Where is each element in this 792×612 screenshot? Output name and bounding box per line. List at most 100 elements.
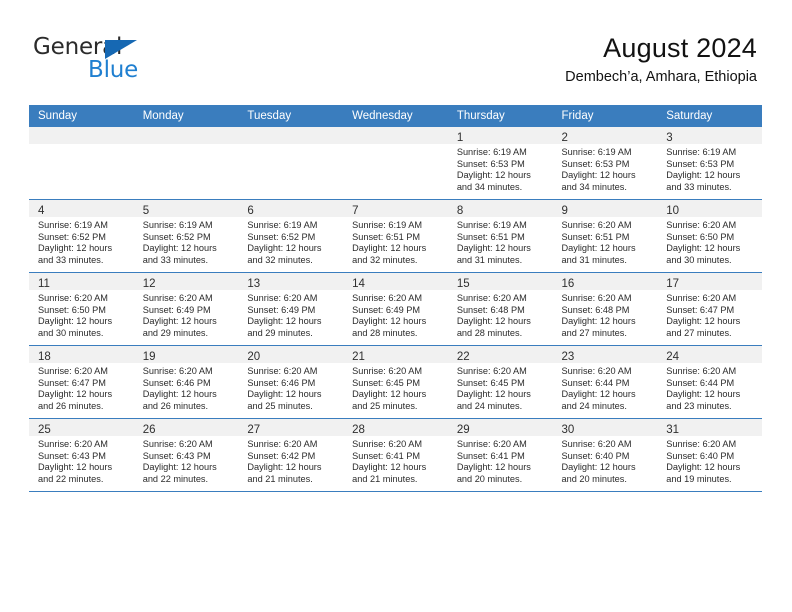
sunrise-text: Sunrise: 6:20 AM (666, 293, 737, 303)
calendar-day-cell[interactable]: 10 Sunrise: 6:20 AM Sunset: 6:50 PM Dayligh… (657, 199, 762, 273)
sunrise-text: Sunrise: 6:20 AM (561, 293, 632, 303)
day-box: 26 Sunrise: 6:20 AM Sunset: 6:43 PM Dayligh… (133, 419, 239, 491)
sunset-text: Sunset: 6:51 PM (352, 231, 421, 242)
day-number-strip: 9 (552, 200, 658, 217)
sunset-text: Sunset: 6:40 PM (666, 450, 735, 461)
calendar-day-cell[interactable]: 6 Sunrise: 6:19 AM Sunset: 6:52 PM Daylight… (238, 199, 344, 273)
calendar-day-cell[interactable]: 31 Sunrise: 6:20 AM Sunset: 6:40 PM Dayligh… (657, 418, 762, 492)
calendar-day-cell[interactable]: 28 Sunrise: 6:20 AM Sunset: 6:41 PM Dayligh… (343, 418, 448, 492)
sunset-text: Sunset: 6:41 PM (352, 450, 421, 461)
sunset-text: Sunset: 6:46 PM (142, 377, 211, 388)
day-details: Sunrise: 6:20 AM Sunset: 6:45 PM Daylight:… (448, 363, 553, 412)
daylight-text-line1: Daylight: 12 hours (38, 316, 113, 327)
day-details: Sunrise: 6:20 AM Sunset: 6:43 PM Daylight:… (29, 436, 134, 485)
day-number: 4 (38, 205, 45, 217)
sunset-text: Sunset: 6:48 PM (456, 304, 525, 315)
day-box: 15 Sunrise: 6:20 AM Sunset: 6:48 PM Dayligh… (447, 273, 553, 345)
day-number: 31 (666, 424, 680, 436)
daylight-text-line1: Daylight: 12 hours (142, 462, 217, 473)
sunrise-text: Sunrise: 6:20 AM (666, 439, 737, 449)
daylight-text-line1: Daylight: 12 hours (142, 389, 217, 400)
calendar-day-cell[interactable]: 5 Sunrise: 6:19 AM Sunset: 6:52 PM Daylight… (133, 199, 239, 273)
daylight-text-line2: and 28 minutes. (456, 327, 523, 338)
sunset-text: Sunset: 6:51 PM (456, 231, 525, 242)
calendar-day-cell[interactable]: 11 Sunrise: 6:20 AM Sunset: 6:50 PM Dayligh… (29, 272, 134, 346)
sunset-text: Sunset: 6:44 PM (666, 377, 735, 388)
calendar-day-cell[interactable]: 23 Sunrise: 6:20 AM Sunset: 6:44 PM Dayligh… (552, 345, 658, 419)
calendar-day-cell[interactable]: 25 Sunrise: 6:20 AM Sunset: 6:43 PM Dayligh… (29, 418, 134, 492)
sunset-text: Sunset: 6:45 PM (456, 377, 525, 388)
day-box: 7 Sunrise: 6:19 AM Sunset: 6:51 PM Daylight… (343, 200, 448, 272)
daylight-text-line2: and 20 minutes. (456, 473, 523, 484)
title-block: August 2024 Dembech’a, Amhara, Ethiopia (565, 32, 757, 86)
day-box: 2 Sunrise: 6:19 AM Sunset: 6:53 PM Daylight… (552, 127, 658, 199)
day-number: 23 (561, 351, 575, 363)
day-number-strip: 2 (552, 127, 658, 144)
calendar-day-cell[interactable]: 22 Sunrise: 6:20 AM Sunset: 6:45 PM Dayligh… (447, 345, 553, 419)
sunrise-text: Sunrise: 6:19 AM (247, 220, 318, 230)
calendar-day-cell[interactable]: 20 Sunrise: 6:20 AM Sunset: 6:46 PM Dayligh… (238, 345, 344, 419)
day-number-strip: 13 (238, 273, 344, 290)
calendar-day-cell[interactable]: 21 Sunrise: 6:20 AM Sunset: 6:45 PM Dayligh… (343, 345, 448, 419)
daylight-text-line1: Daylight: 12 hours (352, 316, 427, 327)
calendar-day-cell[interactable]: 18 Sunrise: 6:20 AM Sunset: 6:47 PM Dayligh… (29, 345, 134, 419)
calendar-day-cell[interactable]: 4 Sunrise: 6:19 AM Sunset: 6:52 PM Daylight… (29, 199, 134, 273)
calendar-day-cell[interactable]: 27 Sunrise: 6:20 AM Sunset: 6:42 PM Dayligh… (238, 418, 344, 492)
weekday-header-thursday: Thursday (447, 105, 553, 127)
calendar-day-cell[interactable]: 13 Sunrise: 6:20 AM Sunset: 6:49 PM Dayligh… (238, 272, 344, 346)
daylight-text-line1: Daylight: 12 hours (352, 243, 427, 254)
day-details: Sunrise: 6:20 AM Sunset: 6:46 PM Daylight:… (238, 363, 343, 412)
daylight-text-line2: and 26 minutes. (142, 400, 209, 411)
calendar-day-cell[interactable]: 1 Sunrise: 6:19 AM Sunset: 6:53 PM Daylight… (447, 127, 553, 200)
calendar-day-cell[interactable]: 14 Sunrise: 6:20 AM Sunset: 6:49 PM Dayligh… (343, 272, 448, 346)
day-details: Sunrise: 6:20 AM Sunset: 6:47 PM Daylight:… (657, 290, 762, 339)
calendar-day-cell[interactable]: 30 Sunrise: 6:20 AM Sunset: 6:40 PM Dayligh… (552, 418, 658, 492)
daylight-text-line2: and 23 minutes. (666, 400, 732, 411)
calendar-day-cell[interactable]: 16 Sunrise: 6:20 AM Sunset: 6:48 PM Dayligh… (552, 272, 658, 346)
sunrise-text: Sunrise: 6:20 AM (142, 293, 213, 303)
sunrise-text: Sunrise: 6:19 AM (352, 220, 423, 230)
day-number: 3 (666, 132, 673, 144)
day-number-strip: 4 (29, 200, 134, 217)
day-number: 26 (142, 424, 156, 436)
calendar-day-cell[interactable]: 29 Sunrise: 6:20 AM Sunset: 6:41 PM Dayligh… (447, 418, 553, 492)
daylight-text-line1: Daylight: 12 hours (38, 462, 113, 473)
daylight-text-line2: and 33 minutes. (38, 254, 104, 265)
daylight-text-line2: and 29 minutes. (247, 327, 313, 338)
sunrise-text: Sunrise: 6:19 AM (456, 147, 527, 157)
calendar-day-cell[interactable]: 8 Sunrise: 6:19 AM Sunset: 6:51 PM Daylight… (447, 199, 553, 273)
calendar-day-cell[interactable]: 17 Sunrise: 6:20 AM Sunset: 6:47 PM Dayligh… (657, 272, 762, 346)
calendar-day-cell[interactable]: 2 Sunrise: 6:19 AM Sunset: 6:53 PM Daylight… (552, 127, 658, 200)
daylight-text-line2: and 21 minutes. (247, 473, 313, 484)
calendar-table: Sunday Monday Tuesday Wednesday Thursday… (29, 105, 762, 492)
calendar-day-cell[interactable]: 9 Sunrise: 6:20 AM Sunset: 6:51 PM Daylight… (552, 199, 658, 273)
day-number: 5 (142, 205, 150, 217)
sunset-text: Sunset: 6:42 PM (247, 450, 316, 461)
calendar-day-cell[interactable]: 19 Sunrise: 6:20 AM Sunset: 6:46 PM Dayligh… (133, 345, 239, 419)
day-box: 30 Sunrise: 6:20 AM Sunset: 6:40 PM Dayligh… (552, 419, 658, 491)
daylight-text-line2: and 21 minutes. (352, 473, 418, 484)
general-blue-logo[interactable]: General Blue (33, 34, 213, 86)
calendar-day-cell[interactable]: 7 Sunrise: 6:19 AM Sunset: 6:51 PM Daylight… (343, 199, 448, 273)
day-number: 18 (38, 351, 51, 363)
daylight-text-line1: Daylight: 12 hours (38, 243, 113, 254)
calendar-day-cell[interactable]: 12 Sunrise: 6:20 AM Sunset: 6:49 PM Dayligh… (133, 272, 239, 346)
calendar-week-row: 18 Sunrise: 6:20 AM Sunset: 6:47 PM Dayligh… (29, 345, 762, 419)
calendar-day-cell[interactable]: 3 Sunrise: 6:19 AM Sunset: 6:53 PM Daylight… (657, 127, 762, 200)
sunset-text: Sunset: 6:53 PM (561, 158, 630, 169)
daylight-text-line2: and 27 minutes. (666, 327, 732, 338)
day-number: 10 (666, 205, 680, 217)
sunrise-text: Sunrise: 6:20 AM (247, 293, 318, 303)
day-number: 29 (456, 424, 470, 436)
calendar-day-cell[interactable]: 15 Sunrise: 6:20 AM Sunset: 6:48 PM Dayligh… (447, 272, 553, 346)
day-number: 16 (561, 278, 575, 290)
daylight-text-line2: and 22 minutes. (142, 473, 209, 484)
day-number-strip: 10 (657, 200, 762, 217)
page-header: General Blue August 2024 Dembech’a, Amha… (0, 0, 792, 100)
sunrise-text: Sunrise: 6:20 AM (38, 366, 108, 376)
calendar-day-cell[interactable]: 26 Sunrise: 6:20 AM Sunset: 6:43 PM Dayligh… (133, 418, 239, 492)
sunrise-text: Sunrise: 6:20 AM (456, 366, 527, 376)
calendar-day-cell[interactable]: 24 Sunrise: 6:20 AM Sunset: 6:44 PM Dayligh… (657, 345, 762, 419)
daylight-text-line1: Daylight: 12 hours (666, 462, 741, 473)
day-number: 22 (456, 351, 470, 363)
